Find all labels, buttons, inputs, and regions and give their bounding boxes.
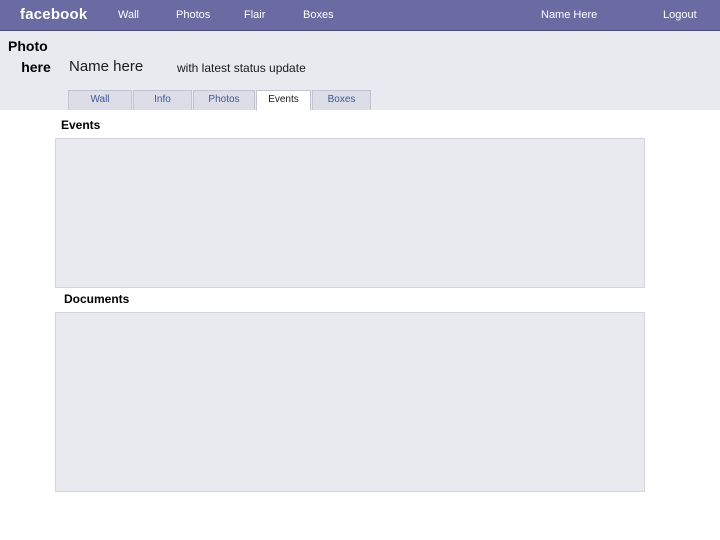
- tab-events[interactable]: Events: [256, 90, 311, 111]
- profile-photo-placeholder-line-2: here: [21, 59, 51, 75]
- topnav-item-boxes[interactable]: Boxes: [303, 8, 334, 22]
- tab-boxes[interactable]: Boxes: [312, 90, 371, 110]
- events-section-title: Events: [61, 118, 101, 132]
- documents-content-box[interactable]: [55, 312, 645, 492]
- topnav-item-photos[interactable]: Photos: [176, 8, 210, 22]
- tab-wall[interactable]: Wall: [68, 90, 132, 110]
- topnav-item-wall[interactable]: Wall: [118, 8, 139, 22]
- tab-photos[interactable]: Photos: [193, 90, 255, 110]
- topnav-item-flair[interactable]: Flair: [244, 8, 265, 22]
- profile-photo-placeholder-line-1: Photo: [8, 38, 48, 54]
- logout-link[interactable]: Logout: [663, 8, 697, 22]
- profile-page: facebook Wall Photos Flair Boxes Name He…: [0, 0, 720, 540]
- profile-status-update: with latest status update: [177, 61, 306, 75]
- documents-section-title: Documents: [64, 292, 130, 306]
- top-navigation-bar: facebook Wall Photos Flair Boxes Name He…: [0, 0, 720, 31]
- facebook-logo[interactable]: facebook: [20, 6, 87, 24]
- events-content-box[interactable]: [55, 138, 645, 288]
- account-name-link[interactable]: Name Here: [541, 8, 597, 22]
- profile-name: Name here: [69, 58, 144, 75]
- profile-photo-placeholder[interactable]: Photo here: [8, 36, 64, 80]
- profile-tab-strip: Wall Info Photos Events Boxes: [0, 90, 720, 111]
- tab-info[interactable]: Info: [133, 90, 192, 110]
